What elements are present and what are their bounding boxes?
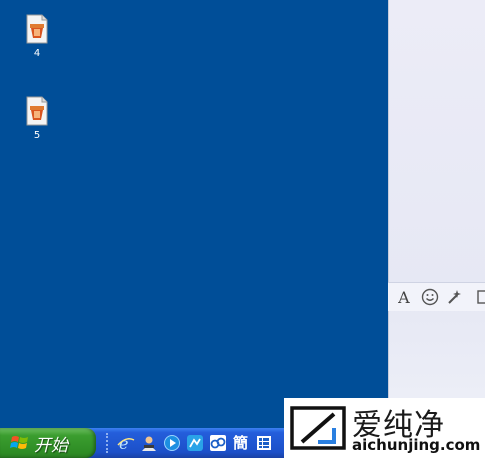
desktop-icon-label: 5 [33,130,41,141]
watermark: 爱纯净 aichunjing.com [284,398,485,458]
shortcut-file-icon [25,14,49,44]
chat-window-panel [388,0,485,430]
magic-wand-icon[interactable] [446,287,466,307]
desktop-icon-4[interactable]: 4 [20,14,54,59]
media-icon[interactable] [162,433,181,452]
windows-logo-icon [10,433,30,453]
user-icon[interactable] [139,433,158,452]
start-button-label: 开始 [34,435,68,456]
chat-toolbar: A [388,282,485,311]
text-app-glyph: 簡 [232,434,248,452]
desktop: 4 5 [0,0,388,430]
shortcut-file-icon [25,96,49,126]
text-app-icon[interactable]: 簡 [231,433,250,452]
clipped-toolbar-icon[interactable] [471,287,485,307]
watermark-logo-icon [288,404,348,452]
list-app-icon[interactable] [254,433,273,452]
font-icon[interactable]: A [394,287,414,307]
quick-launch-bar: e 簡 [116,433,273,453]
watermark-url: aichunjing.com [352,436,481,454]
desktop-icon-label: 4 [33,48,41,59]
start-button[interactable]: 开始 [0,428,96,458]
taskbar-divider [106,433,110,453]
emoji-icon[interactable] [420,287,440,307]
network-icon[interactable] [208,433,227,452]
ie-icon[interactable]: e [116,433,135,452]
app-icon[interactable] [185,433,204,452]
desktop-icon-5[interactable]: 5 [20,96,54,141]
